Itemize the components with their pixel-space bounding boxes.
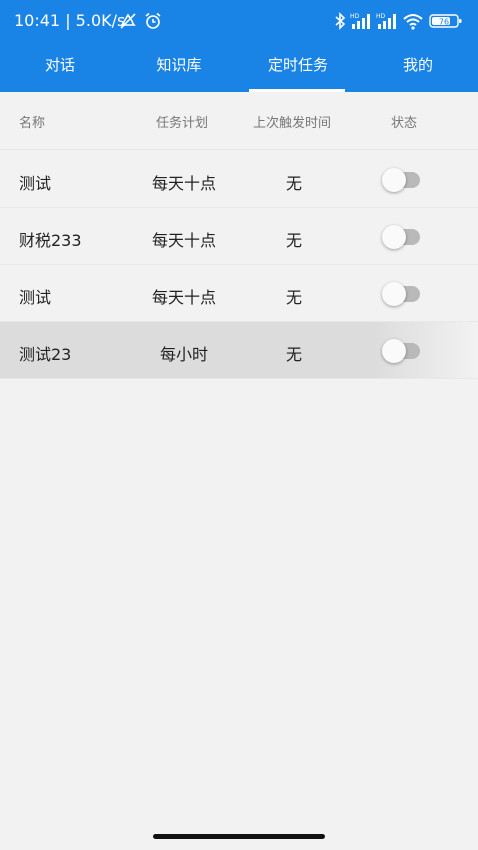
task-last-trigger: 无	[285, 345, 303, 364]
tab-knowledge-base[interactable]: 知识库	[124, 44, 234, 92]
task-row[interactable]: 测试 每天十点 无	[0, 265, 478, 322]
task-row[interactable]: 测试 每天十点 无	[0, 151, 478, 208]
tab-scheduled-tasks[interactable]: 定时任务	[243, 44, 353, 92]
task-name: 测试	[19, 174, 52, 193]
svg-text:HD: HD	[350, 13, 360, 20]
toggle-knob	[382, 282, 406, 306]
toggle-knob	[382, 339, 406, 363]
task-name: 测试23	[19, 345, 72, 364]
toggle-knob	[382, 225, 406, 249]
home-indicator[interactable]	[153, 834, 325, 839]
wifi-icon	[402, 11, 424, 31]
battery-level: 76	[439, 18, 449, 27]
header-schedule: 任务计划	[156, 116, 209, 131]
header-name: 名称	[19, 116, 46, 131]
signal-hd-1-icon: HD	[350, 11, 372, 31]
app-header: 10:41 | 5.0K/s HD HD 76 对话 知识库 定时任务 我的	[0, 0, 478, 92]
tab-mine[interactable]: 我的	[363, 44, 473, 92]
tab-bar: 对话 知识库 定时任务 我的	[0, 44, 478, 92]
status-bar: 10:41 | 5.0K/s HD HD 76	[0, 0, 478, 40]
alarm-icon	[144, 11, 162, 31]
task-status-toggle[interactable]	[382, 168, 420, 192]
task-status-toggle[interactable]	[382, 225, 420, 249]
toggle-knob	[382, 168, 406, 192]
task-status-toggle[interactable]	[382, 339, 420, 363]
task-row[interactable]: 测试23 每小时 无	[0, 322, 478, 379]
tab-chat[interactable]: 对话	[5, 44, 115, 92]
task-schedule: 每天十点	[151, 231, 217, 250]
task-schedule: 每天十点	[151, 288, 217, 307]
svg-text:HD: HD	[376, 13, 386, 20]
mute-icon	[118, 11, 138, 31]
task-name: 财税233	[19, 231, 82, 250]
header-status: 状态	[391, 116, 418, 131]
task-last-trigger: 无	[285, 288, 303, 307]
task-schedule: 每天十点	[151, 174, 217, 193]
task-row[interactable]: 财税233 每天十点 无	[0, 208, 478, 265]
battery-icon: 76	[429, 11, 463, 31]
header-last-trigger: 上次触发时间	[253, 116, 332, 131]
task-status-toggle[interactable]	[382, 282, 420, 306]
bluetooth-icon	[334, 11, 346, 31]
task-last-trigger: 无	[285, 231, 303, 250]
task-schedule: 每小时	[159, 345, 209, 364]
task-name: 测试	[19, 288, 52, 307]
status-time-speed: 10:41 | 5.0K/s	[14, 11, 126, 30]
signal-hd-2-icon: HD	[376, 11, 398, 31]
task-table-header: 名称 任务计划 上次触发时间 状态	[0, 92, 478, 150]
task-last-trigger: 无	[285, 174, 303, 193]
